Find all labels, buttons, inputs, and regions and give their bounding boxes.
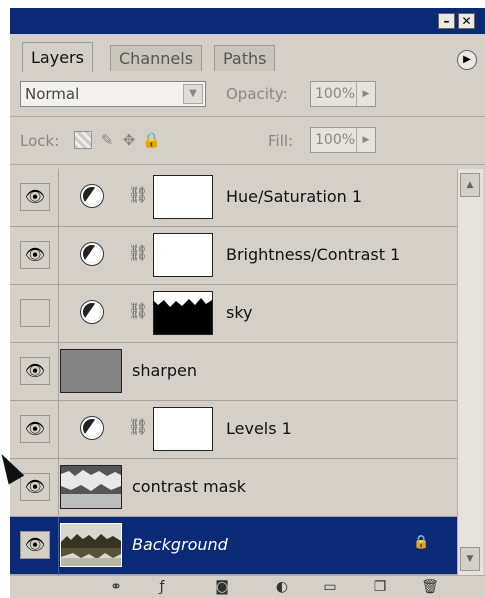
panel-footer-toolbar: ⚭ ƒ ◙ ◐ ▭ ❐ 🗑: [10, 575, 485, 598]
fill-value: 100%: [315, 132, 356, 148]
lock-icon: 🔒: [413, 535, 430, 550]
layer-name: Background: [132, 535, 228, 554]
link-chain-icon[interactable]: ⛓: [128, 185, 148, 204]
layer-mask-thumbnail[interactable]: [153, 175, 213, 219]
fill-label: Fill:: [268, 132, 294, 150]
layer-list: 👁 ⛓ Hue/Saturation 1 👁 ⛓ Brightness/Cont…: [10, 169, 457, 575]
panel-title-bar[interactable]: – ✕: [10, 8, 485, 34]
panel-tabs: Layers Channels Paths ▶: [10, 34, 485, 76]
divider: [58, 169, 59, 227]
layer-name: sky: [226, 303, 253, 322]
eye-icon[interactable]: 👁: [20, 531, 50, 559]
opacity-field[interactable]: 100% ▶: [310, 81, 376, 107]
link-chain-icon[interactable]: ⛓: [128, 417, 148, 436]
eye-icon[interactable]: 👁: [20, 183, 50, 211]
layer-name: contrast mask: [132, 477, 247, 496]
lock-label: Lock:: [20, 132, 60, 150]
divider: [58, 517, 59, 575]
adjustment-layer-icon: [81, 243, 103, 265]
layer-thumbnail[interactable]: [60, 465, 122, 509]
layer-row-contrast-mask[interactable]: 👁 contrast mask: [10, 459, 457, 517]
new-layer-icon[interactable]: ❐: [368, 577, 392, 597]
close-button[interactable]: ✕: [458, 13, 475, 29]
eye-icon[interactable]: 👁: [20, 241, 50, 269]
link-chain-icon[interactable]: ⛓: [128, 301, 148, 320]
scroll-up-arrow-icon[interactable]: ▲: [460, 173, 480, 197]
divider: [58, 343, 59, 401]
tab-paths[interactable]: Paths: [214, 45, 276, 71]
lock-transparent-icon[interactable]: [74, 131, 92, 149]
layers-panel: – ✕ Layers Channels Paths ▶ Normal ▼ Opa…: [10, 8, 485, 598]
layer-mask-thumbnail[interactable]: [153, 407, 213, 451]
link-icon[interactable]: ⚭: [104, 577, 128, 597]
divider: [10, 164, 485, 165]
blend-mode-select[interactable]: Normal ▼: [20, 81, 206, 107]
layer-row-levels[interactable]: 👁 ⛓ Levels 1: [10, 401, 457, 459]
lock-image-icon[interactable]: ✎: [98, 131, 116, 149]
lock-fill-row: Lock: ✎ ✥ 🔒 Fill: 100% ▶: [10, 122, 485, 158]
opacity-slider-arrow-icon[interactable]: ▶: [356, 82, 375, 106]
layer-mask-thumbnail[interactable]: [153, 233, 213, 277]
layer-list-scrollbar[interactable]: ▲ ▼: [457, 169, 483, 575]
divider: [58, 401, 59, 459]
visibility-toggle-empty[interactable]: [20, 299, 50, 327]
opacity-label: Opacity:: [226, 85, 288, 103]
divider: [58, 459, 59, 517]
new-group-icon[interactable]: ▭: [318, 577, 342, 597]
layer-row-brightness-contrast[interactable]: 👁 ⛓ Brightness/Contrast 1: [10, 227, 457, 285]
blend-opacity-row: Normal ▼ Opacity: 100% ▶: [10, 76, 485, 114]
layer-name: Hue/Saturation 1: [226, 187, 363, 206]
tab-channels[interactable]: Channels: [110, 45, 203, 71]
layer-row-background[interactable]: 👁 Background 🔒: [10, 517, 457, 575]
adjustment-layer-icon: [81, 301, 103, 323]
tab-layers[interactable]: Layers: [22, 42, 93, 72]
lock-all-icon[interactable]: 🔒: [142, 131, 161, 149]
divider: [58, 227, 59, 285]
trash-icon[interactable]: 🗑: [418, 577, 442, 597]
fill-slider-arrow-icon[interactable]: ▶: [356, 128, 375, 152]
fill-field[interactable]: 100% ▶: [310, 127, 376, 153]
layer-name: Brightness/Contrast 1: [226, 245, 401, 264]
adjustment-layer-icon: [81, 417, 103, 439]
blend-mode-value: Normal: [25, 85, 80, 103]
chevron-down-icon[interactable]: ▼: [183, 84, 203, 104]
adjustment-layer-icon: [81, 185, 103, 207]
scroll-down-arrow-icon[interactable]: ▼: [460, 547, 480, 571]
layer-row-hue-saturation[interactable]: 👁 ⛓ Hue/Saturation 1: [10, 169, 457, 227]
layer-style-icon[interactable]: ƒ: [150, 577, 174, 597]
layer-row-sky[interactable]: ⛓ sky: [10, 285, 457, 343]
landscape-image: [61, 524, 121, 566]
layer-thumbnail[interactable]: [60, 349, 122, 393]
layer-row-sharpen[interactable]: 👁 sharpen: [10, 343, 457, 401]
opacity-value: 100%: [315, 86, 356, 102]
add-mask-icon[interactable]: ◙: [210, 577, 234, 597]
link-chain-icon[interactable]: ⛓: [128, 243, 148, 262]
eye-icon[interactable]: 👁: [20, 415, 50, 443]
layer-thumbnail[interactable]: [60, 523, 122, 567]
layer-name: sharpen: [132, 361, 197, 380]
minimize-button[interactable]: –: [438, 13, 455, 29]
contrast-mask-image: [61, 466, 121, 508]
divider: [10, 116, 485, 117]
eye-icon[interactable]: 👁: [20, 357, 50, 385]
layer-name: Levels 1: [226, 419, 292, 438]
layer-mask-thumbnail[interactable]: [153, 291, 213, 335]
new-adjustment-icon[interactable]: ◐: [270, 577, 294, 597]
panel-menu-button[interactable]: ▶: [457, 50, 477, 70]
sky-mask-shape: [154, 292, 212, 307]
lock-position-icon[interactable]: ✥: [120, 131, 138, 149]
divider: [58, 285, 59, 343]
eye-icon[interactable]: 👁: [20, 473, 50, 501]
